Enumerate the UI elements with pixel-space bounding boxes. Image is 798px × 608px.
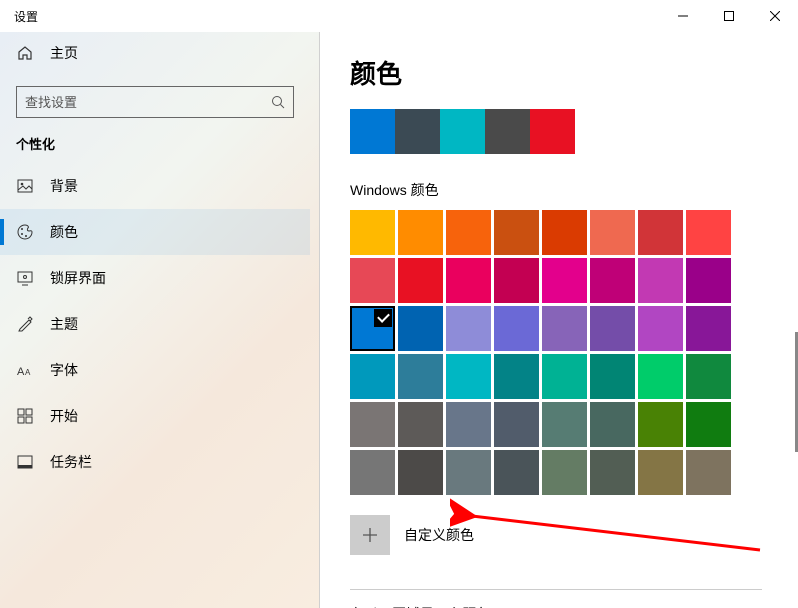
search-box[interactable] <box>16 86 294 118</box>
recent-color-swatch[interactable] <box>395 109 440 154</box>
page-title: 颜色 <box>350 54 762 91</box>
sidebar-item-2[interactable]: 锁屏界面 <box>0 255 310 301</box>
color-swatch[interactable] <box>638 306 683 351</box>
sidebar-item-label: 任务栏 <box>50 452 92 472</box>
color-swatch[interactable] <box>638 354 683 399</box>
sidebar-item-0[interactable]: 背景 <box>0 163 310 209</box>
color-swatch[interactable] <box>590 210 635 255</box>
palette-icon <box>16 223 34 241</box>
color-grid <box>350 210 762 495</box>
color-swatch[interactable] <box>350 402 395 447</box>
maximize-button[interactable] <box>706 0 752 32</box>
lock-screen-icon <box>16 269 34 287</box>
windows-colors-label: Windows 颜色 <box>350 180 762 200</box>
color-swatch[interactable] <box>542 210 587 255</box>
custom-color-button[interactable] <box>350 515 390 555</box>
sidebar: 主页 个性化 背景颜色锁屏界面主题 AA 字体开始任务栏 <box>0 32 320 608</box>
window-title: 设置 <box>14 8 38 25</box>
sidebar-item-label: 颜色 <box>50 222 78 242</box>
color-swatch[interactable] <box>542 450 587 495</box>
sidebar-item-4[interactable]: AA 字体 <box>0 347 310 393</box>
color-swatch[interactable] <box>350 210 395 255</box>
color-swatch[interactable] <box>542 402 587 447</box>
sidebar-item-label: 开始 <box>50 406 78 426</box>
sidebar-item-3[interactable]: 主题 <box>0 301 310 347</box>
recent-color-swatch[interactable] <box>485 109 530 154</box>
color-swatch[interactable] <box>686 402 731 447</box>
divider <box>350 589 762 590</box>
color-swatch[interactable] <box>350 354 395 399</box>
color-swatch[interactable] <box>686 450 731 495</box>
content-area: 颜色 Windows 颜色 自定义颜色 在以下区域显示主题色 <box>320 32 798 608</box>
color-swatch[interactable] <box>446 210 491 255</box>
color-swatch[interactable] <box>350 306 395 351</box>
color-swatch[interactable] <box>446 258 491 303</box>
window-controls <box>660 0 798 32</box>
color-swatch[interactable] <box>686 258 731 303</box>
color-swatch[interactable] <box>590 402 635 447</box>
color-swatch[interactable] <box>398 354 443 399</box>
start-icon <box>16 407 34 425</box>
recent-color-swatch[interactable] <box>350 109 395 154</box>
color-swatch[interactable] <box>398 210 443 255</box>
color-swatch[interactable] <box>590 354 635 399</box>
color-swatch[interactable] <box>542 354 587 399</box>
search-input[interactable] <box>25 95 271 110</box>
sidebar-item-5[interactable]: 开始 <box>0 393 310 439</box>
home-label: 主页 <box>50 43 78 63</box>
color-swatch[interactable] <box>350 258 395 303</box>
color-swatch[interactable] <box>494 258 539 303</box>
recent-color-swatch[interactable] <box>530 109 575 154</box>
taskbar-icon <box>16 453 34 471</box>
sidebar-item-label: 锁屏界面 <box>50 268 106 288</box>
color-swatch[interactable] <box>686 354 731 399</box>
color-swatch[interactable] <box>350 450 395 495</box>
color-swatch[interactable] <box>590 306 635 351</box>
color-swatch[interactable] <box>590 450 635 495</box>
color-swatch[interactable] <box>446 306 491 351</box>
color-swatch[interactable] <box>446 450 491 495</box>
color-swatch[interactable] <box>494 450 539 495</box>
recent-colors <box>350 109 762 154</box>
color-swatch[interactable] <box>590 258 635 303</box>
color-swatch[interactable] <box>398 402 443 447</box>
home-icon <box>16 44 34 62</box>
close-button[interactable] <box>752 0 798 32</box>
custom-color-label: 自定义颜色 <box>404 525 474 545</box>
font-icon: AA <box>16 361 34 379</box>
sidebar-item-label: 字体 <box>50 360 78 380</box>
color-swatch[interactable] <box>398 306 443 351</box>
color-swatch[interactable] <box>542 258 587 303</box>
color-swatch[interactable] <box>398 258 443 303</box>
color-swatch[interactable] <box>638 450 683 495</box>
color-swatch[interactable] <box>686 306 731 351</box>
color-swatch[interactable] <box>494 402 539 447</box>
color-swatch[interactable] <box>638 210 683 255</box>
minimize-button[interactable] <box>660 0 706 32</box>
home-nav[interactable]: 主页 <box>0 32 310 74</box>
color-swatch[interactable] <box>638 258 683 303</box>
sidebar-item-label: 主题 <box>50 314 78 334</box>
sidebar-item-1[interactable]: 颜色 <box>0 209 310 255</box>
sidebar-item-label: 背景 <box>50 176 78 196</box>
svg-text:A: A <box>25 368 31 377</box>
color-swatch[interactable] <box>398 450 443 495</box>
color-swatch[interactable] <box>542 306 587 351</box>
color-swatch[interactable] <box>446 354 491 399</box>
color-swatch[interactable] <box>494 210 539 255</box>
search-icon <box>271 95 285 109</box>
recent-color-swatch[interactable] <box>440 109 485 154</box>
color-swatch[interactable] <box>446 402 491 447</box>
svg-text:A: A <box>17 366 25 377</box>
color-swatch[interactable] <box>686 210 731 255</box>
sidebar-item-6[interactable]: 任务栏 <box>0 439 310 485</box>
image-icon <box>16 177 34 195</box>
color-swatch[interactable] <box>638 402 683 447</box>
color-swatch[interactable] <box>494 306 539 351</box>
brush-icon <box>16 315 34 333</box>
footer-label: 在以下区域显示主题色 <box>350 604 762 608</box>
color-swatch[interactable] <box>494 354 539 399</box>
section-label: 个性化 <box>16 134 294 153</box>
